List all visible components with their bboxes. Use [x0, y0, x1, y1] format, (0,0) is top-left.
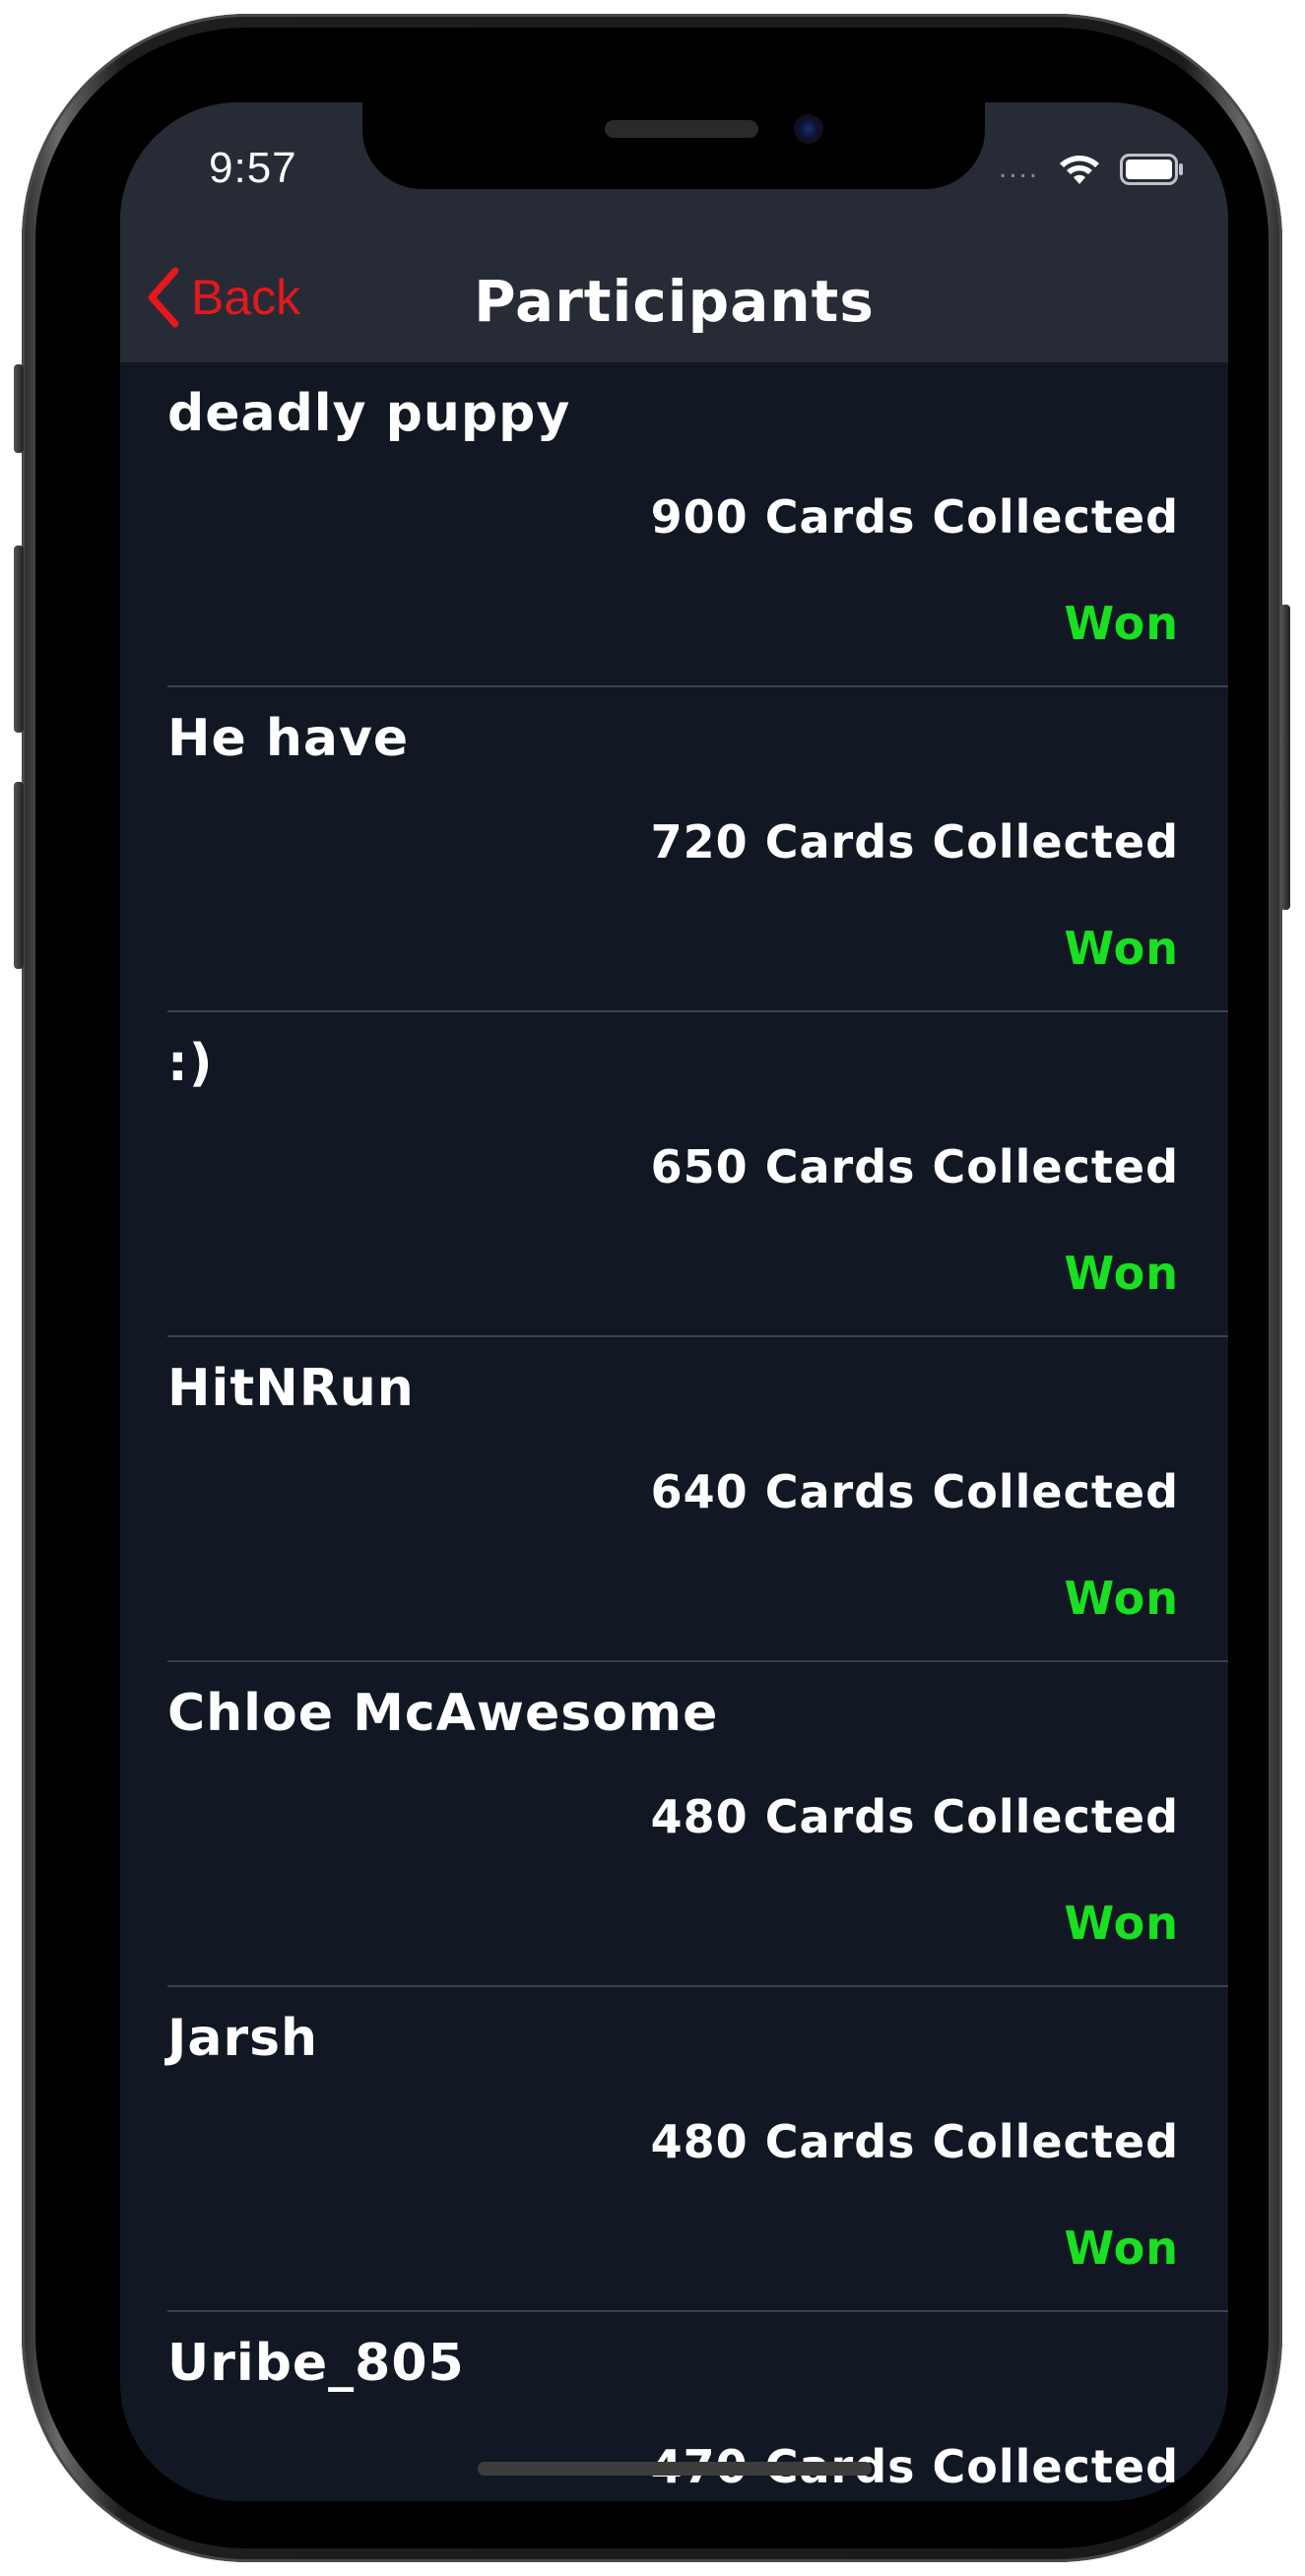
cards-collected: 480 Cards Collected [650, 2115, 1179, 2168]
front-camera [794, 114, 823, 144]
volume-down-button [14, 782, 24, 969]
list-item[interactable]: He have 720 Cards Collected Won [120, 687, 1228, 1012]
participant-name: He have [167, 709, 410, 768]
participant-name: Chloe McAwesome [167, 1684, 719, 1743]
cards-collected: 900 Cards Collected [650, 490, 1179, 544]
cards-collected: 640 Cards Collected [650, 1465, 1179, 1518]
status-badge: Won [1064, 1247, 1179, 1300]
phone-frame: 9:57 .... Back Participants deadly puppy… [14, 14, 1290, 2562]
list-item[interactable]: Chloe McAwesome 480 Cards Collected Won [120, 1662, 1228, 1987]
power-button [1280, 605, 1290, 910]
screen: 9:57 .... Back Participants deadly puppy… [120, 102, 1228, 2501]
status-badge: Won [1064, 1572, 1179, 1625]
cards-collected: 720 Cards Collected [650, 815, 1179, 869]
navigation-bar: Back Participants [120, 232, 1228, 362]
status-badge: Won [1064, 2222, 1179, 2275]
cards-collected: 650 Cards Collected [650, 1140, 1179, 1193]
notch [362, 102, 985, 189]
cards-collected: 480 Cards Collected [650, 1790, 1179, 1843]
participant-name: :) [167, 1034, 214, 1093]
status-time: 9:57 [209, 144, 297, 192]
status-badge: Won [1064, 922, 1179, 975]
wifi-icon [1060, 156, 1099, 184]
list-item[interactable]: Jarsh 480 Cards Collected Won [120, 1987, 1228, 2312]
silent-switch [14, 364, 24, 453]
status-badge: Won [1064, 1897, 1179, 1950]
list-item[interactable]: deadly puppy 900 Cards Collected Won [120, 362, 1228, 687]
battery-icon [1120, 154, 1183, 185]
speaker-grille [605, 120, 758, 138]
participant-name: Jarsh [167, 2009, 319, 2068]
status-badge: Won [1064, 597, 1179, 650]
participant-name: HitNRun [167, 1359, 415, 1418]
participants-list[interactable]: deadly puppy 900 Cards Collected Won He … [120, 362, 1228, 2501]
status-icons: .... [999, 152, 1185, 187]
list-item[interactable]: HitNRun 640 Cards Collected Won [120, 1337, 1228, 1662]
signal-icon: .... [998, 155, 1039, 184]
participant-name: Uribe_805 [167, 2334, 465, 2393]
home-indicator[interactable] [478, 2462, 872, 2476]
list-item[interactable]: :) 650 Cards Collected Won [120, 1012, 1228, 1337]
volume-up-button [14, 546, 24, 733]
page-title: Participants [474, 268, 875, 335]
status-bar: 9:57 .... [120, 102, 1228, 232]
participant-name: deadly puppy [167, 384, 571, 443]
